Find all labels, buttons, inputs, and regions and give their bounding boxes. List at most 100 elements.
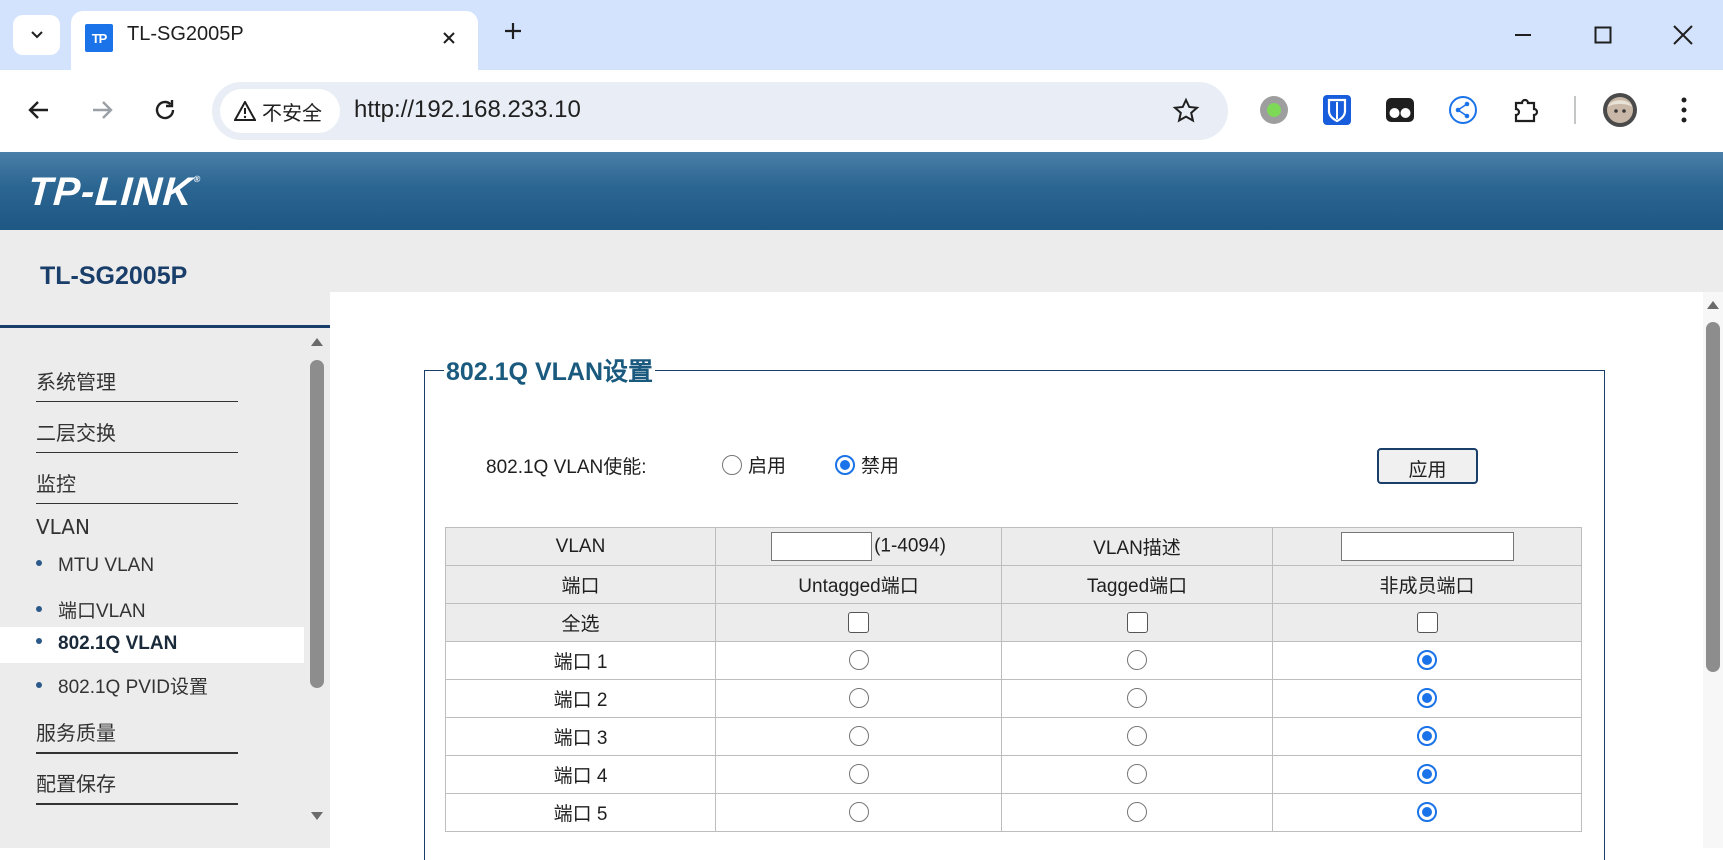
port-tagged-radio[interactable] bbox=[1127, 764, 1147, 785]
star-icon bbox=[1172, 97, 1200, 123]
port-tagged-radio[interactable] bbox=[1127, 726, 1147, 747]
forward-button[interactable] bbox=[84, 92, 120, 128]
sidebar-scroll-thumb[interactable] bbox=[310, 360, 324, 688]
new-tab-button[interactable] bbox=[498, 16, 528, 46]
select-all-nonmember-checkbox[interactable] bbox=[1416, 611, 1438, 633]
bookmark-button[interactable] bbox=[1170, 95, 1202, 127]
apply-button[interactable]: 应用 bbox=[1377, 448, 1478, 484]
port-label: 端口 3 bbox=[445, 717, 716, 756]
bullet-icon bbox=[36, 605, 42, 612]
model-bar bbox=[0, 230, 1723, 292]
sidebar-subitem-mtu-vlan[interactable]: MTU VLAN bbox=[36, 555, 154, 577]
table-row: 端口 4 bbox=[445, 755, 1582, 794]
vlan-id-input[interactable] bbox=[771, 532, 873, 561]
back-button[interactable] bbox=[21, 92, 57, 128]
reload-icon bbox=[155, 100, 175, 120]
plus-icon bbox=[505, 23, 521, 39]
column-header-nonmember: 非成员端口 bbox=[1272, 565, 1582, 604]
vlan-id-cell: (1-4094) bbox=[715, 527, 1002, 566]
radio-button[interactable] bbox=[722, 454, 742, 475]
sidebar-scrollbar[interactable] bbox=[304, 330, 330, 848]
column-header-port: 端口 bbox=[445, 565, 716, 604]
bitwarden-extension-button[interactable] bbox=[1319, 92, 1355, 128]
profile-avatar-button[interactable] bbox=[1602, 92, 1638, 128]
table-row: 端口 2 bbox=[445, 679, 1582, 718]
sidebar-item-vlan[interactable]: VLAN bbox=[36, 515, 238, 545]
sidebar-item-layer2[interactable]: 二层交换 bbox=[36, 417, 238, 453]
port-label: 端口 5 bbox=[445, 793, 716, 832]
port-nonmember-radio[interactable] bbox=[1417, 650, 1437, 671]
reload-button[interactable] bbox=[147, 92, 183, 128]
port-tagged-radio[interactable] bbox=[1127, 802, 1147, 823]
vlan-enable-radio[interactable]: 启用 bbox=[722, 451, 786, 478]
port-untagged-radio[interactable] bbox=[848, 802, 869, 823]
port-untagged-radio[interactable] bbox=[848, 726, 869, 747]
minimize-icon bbox=[1515, 34, 1531, 36]
tp-link-favicon-icon: TP bbox=[85, 24, 113, 52]
select-all-untagged-checkbox[interactable] bbox=[848, 611, 869, 633]
vlan-enable-label: 802.1Q VLAN使能: bbox=[486, 457, 647, 478]
port-nonmember-radio[interactable] bbox=[1417, 802, 1437, 823]
browser-menu-button[interactable] bbox=[1666, 92, 1702, 128]
vlan-desc-cell bbox=[1272, 527, 1582, 566]
radio-button-selected[interactable] bbox=[835, 454, 855, 475]
minimize-button[interactable] bbox=[1508, 20, 1538, 50]
table-row: 端口 1 bbox=[445, 641, 1582, 680]
address-bar[interactable]: 不安全 http://192.168.233.10 bbox=[212, 82, 1228, 140]
select-all-label: 全选 bbox=[445, 603, 716, 642]
port-nonmember-radio[interactable] bbox=[1417, 688, 1437, 709]
vlan-desc-input[interactable] bbox=[1340, 532, 1514, 561]
extensions-menu-button[interactable] bbox=[1508, 92, 1544, 128]
tab-close-button[interactable] bbox=[435, 24, 463, 52]
sidebar-subitem-port-vlan[interactable]: 端口VLAN bbox=[36, 596, 146, 623]
select-all-tagged-checkbox[interactable] bbox=[1126, 611, 1148, 633]
port-nonmember-radio[interactable] bbox=[1417, 726, 1437, 747]
share-extension-button[interactable] bbox=[1445, 92, 1481, 128]
scroll-down-icon[interactable] bbox=[311, 812, 323, 820]
port-untagged-radio[interactable] bbox=[848, 764, 869, 785]
scroll-up-icon[interactable] bbox=[1707, 301, 1719, 309]
vlan-disable-radio[interactable]: 禁用 bbox=[835, 451, 899, 478]
table-header-row: 端口 Untagged端口 Tagged端口 非成员端口 bbox=[445, 565, 1582, 604]
sidebar-subitem-8021q-pvid[interactable]: 802.1Q PVID设置 bbox=[36, 672, 208, 699]
vlan-desc-label: VLAN描述 bbox=[1001, 527, 1273, 566]
shield-icon bbox=[1323, 95, 1351, 125]
left-panel-divider bbox=[0, 325, 330, 328]
port-tagged-radio[interactable] bbox=[1127, 688, 1147, 709]
site-security-chip[interactable]: 不安全 bbox=[220, 89, 340, 133]
select-all-row: 全选 bbox=[445, 603, 1582, 642]
panel-title: 802.1Q VLAN设置 bbox=[444, 352, 656, 388]
warning-icon bbox=[234, 101, 256, 121]
vlan-id-label: VLAN bbox=[445, 527, 716, 566]
browser-toolbar: 不安全 http://192.168.233.10 bbox=[0, 70, 1723, 152]
url-text[interactable]: http://192.168.233.10 bbox=[354, 96, 581, 124]
content-scroll-thumb[interactable] bbox=[1706, 322, 1720, 672]
scroll-up-icon[interactable] bbox=[311, 338, 323, 346]
sidebar-subitem-8021q-vlan[interactable]: 802.1Q VLAN bbox=[36, 633, 177, 655]
sidebar-item-monitor[interactable]: 监控 bbox=[36, 468, 238, 504]
vlan-range-hint: (1-4094) bbox=[874, 535, 946, 557]
reader-extension-button[interactable] bbox=[1382, 92, 1418, 128]
browser-tab-active[interactable]: TP TL-SG2005P bbox=[71, 11, 478, 70]
sidebar-item-system[interactable]: 系统管理 bbox=[36, 366, 238, 402]
glasses-icon bbox=[1386, 98, 1414, 122]
maximize-button[interactable] bbox=[1588, 20, 1618, 50]
port-tagged-radio[interactable] bbox=[1127, 650, 1147, 671]
sidebar-item-save-config[interactable]: 配置保存 bbox=[36, 768, 238, 805]
sidebar-item-qos[interactable]: 服务质量 bbox=[36, 717, 238, 754]
table-row: 端口 5 bbox=[445, 793, 1582, 832]
more-vertical-icon bbox=[1681, 97, 1687, 123]
browser-tab-strip: TP TL-SG2005P bbox=[0, 0, 1723, 70]
extension-status-button[interactable] bbox=[1256, 92, 1292, 128]
vlan-config-table: VLAN (1-4094) VLAN描述 端口 Untagged端口 Tagge… bbox=[445, 527, 1582, 832]
tab-search-button[interactable] bbox=[13, 15, 60, 55]
port-untagged-radio[interactable] bbox=[848, 650, 869, 671]
green-dot-extension-icon bbox=[1260, 96, 1288, 124]
window-close-button[interactable] bbox=[1668, 20, 1698, 50]
content-scrollbar[interactable] bbox=[1703, 292, 1723, 848]
bullet-icon bbox=[36, 681, 42, 688]
device-model-title: TL-SG2005P bbox=[40, 262, 188, 290]
port-nonmember-radio[interactable] bbox=[1417, 764, 1437, 785]
puzzle-icon bbox=[1514, 98, 1539, 123]
port-untagged-radio[interactable] bbox=[848, 688, 869, 709]
